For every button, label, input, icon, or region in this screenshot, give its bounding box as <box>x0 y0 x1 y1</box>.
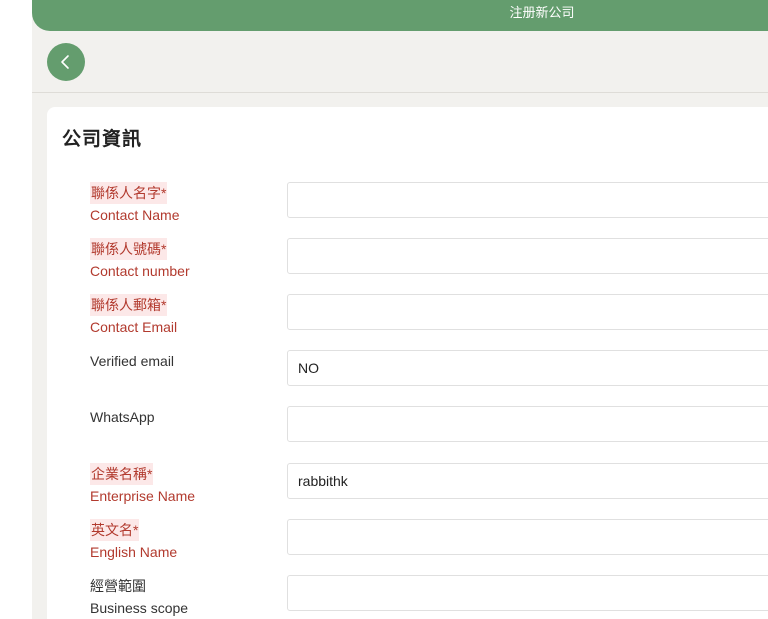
card-title: 公司資訊 <box>62 129 143 150</box>
label-verified-email: Verified email <box>90 350 174 372</box>
form-row-english-name: 英文名* English Name <box>90 519 768 560</box>
form-row-contact-email: 聯係人郵箱* Contact Email <box>90 294 768 335</box>
label-zh: 聯係人號碼* <box>90 238 168 260</box>
divider <box>32 92 768 93</box>
label-english-name: 英文名* English Name <box>90 519 177 563</box>
form-row-enterprise-name: 企業名稱* Enterprise Name <box>90 463 768 504</box>
label-whatsapp: WhatsApp <box>90 406 155 428</box>
back-button[interactable] <box>47 43 85 81</box>
form-row-business-scope: 經營範圍 Business scope <box>90 575 768 616</box>
label-contact-name: 聯係人名字* Contact Name <box>90 182 179 226</box>
whatsapp-input[interactable] <box>287 406 768 442</box>
label-enterprise-name: 企業名稱* Enterprise Name <box>90 463 195 507</box>
label-en: Business scope <box>90 600 189 616</box>
enterprise-name-input[interactable] <box>287 463 768 499</box>
label-contact-email: 聯係人郵箱* Contact Email <box>90 294 177 338</box>
header-title: 注册新公司 <box>509 5 575 20</box>
label-zh: 聯係人名字* <box>90 182 168 204</box>
label-en: English Name <box>90 544 178 560</box>
contact-email-input[interactable] <box>287 294 768 330</box>
form-row-contact-number: 聯係人號碼* Contact number <box>90 238 768 279</box>
business-scope-input[interactable] <box>287 575 768 611</box>
label-contact-number: 聯係人號碼* Contact number <box>90 238 190 282</box>
label-zh: 英文名* <box>90 519 140 541</box>
label-zh: 經營範圍 <box>90 578 146 594</box>
left-strip <box>0 0 32 619</box>
form-row-verified-email: Verified email <box>90 350 768 390</box>
contact-number-input[interactable] <box>287 238 768 274</box>
label-en: Contact Name <box>90 207 180 223</box>
verified-email-field[interactable] <box>287 350 768 386</box>
form-row-contact-name: 聯係人名字* Contact Name <box>90 182 768 223</box>
contact-name-input[interactable] <box>287 182 768 218</box>
label-en: Contact Email <box>90 319 178 335</box>
label-zh: 企業名稱* <box>90 463 154 485</box>
label-en: WhatsApp <box>90 409 155 425</box>
label-en: Contact number <box>90 263 190 279</box>
page: 注册新公司 公司資訊 聯係人名字* Contact Name 聯係人號碼* Co… <box>0 0 768 619</box>
label-en: Enterprise Name <box>90 488 196 504</box>
label-zh: 聯係人郵箱* <box>90 294 168 316</box>
english-name-input[interactable] <box>287 519 768 555</box>
label-business-scope: 經營範圍 Business scope <box>90 575 188 619</box>
label-en: Verified email <box>90 353 175 369</box>
chevron-left-icon <box>61 55 69 69</box>
header-bar: 注册新公司 <box>32 0 768 31</box>
form-row-whatsapp: WhatsApp <box>90 406 768 446</box>
